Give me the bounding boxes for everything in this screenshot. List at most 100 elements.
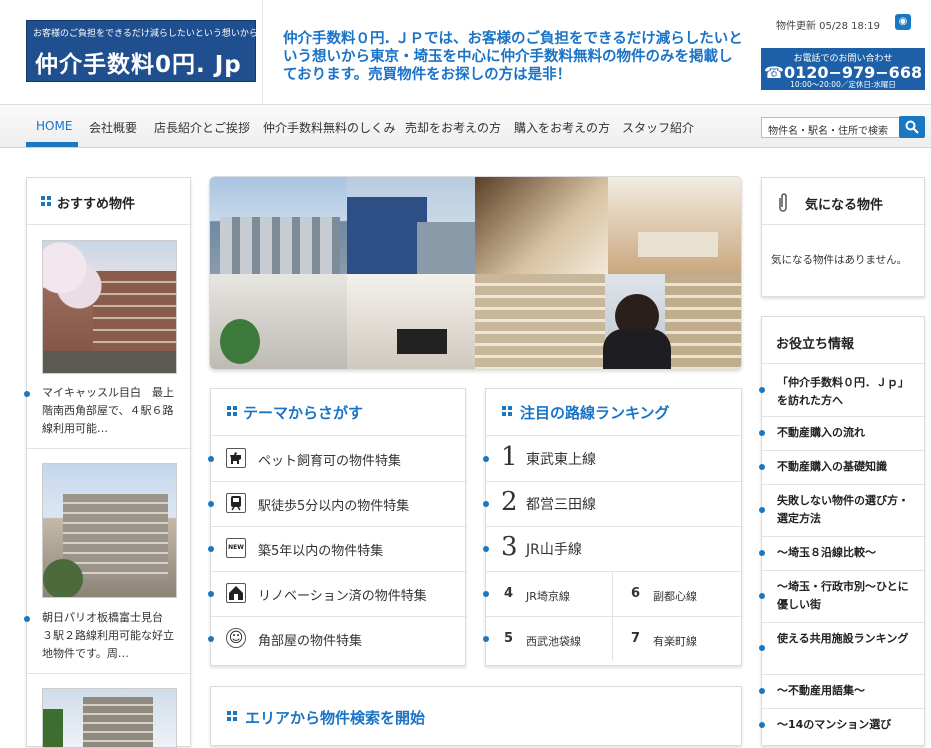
hero-photo-station bbox=[347, 177, 475, 274]
search-input[interactable]: 物件名・駅名・住所で検索 bbox=[761, 117, 901, 138]
divider bbox=[762, 708, 926, 709]
list-bullet bbox=[759, 645, 765, 651]
paperclip-icon bbox=[779, 193, 787, 212]
nav-manager[interactable]: 店長紹介とご挨拶 bbox=[154, 119, 250, 136]
list-bullet bbox=[759, 593, 765, 599]
hero-photo-city bbox=[210, 177, 347, 274]
property-text[interactable]: 朝日パリオ板橋富士見台 ３駅２路線利用可能な好立地物件です。周… bbox=[42, 609, 182, 663]
property-photo[interactable] bbox=[42, 688, 177, 748]
ranking-panel: 注目の路線ランキング 1 東武東上線 2 都営三田線 3 JR山手線 4 JR埼… bbox=[483, 388, 743, 666]
update-text: 物件更新 05/28 18:19 bbox=[776, 21, 880, 32]
dog-icon bbox=[226, 448, 246, 468]
ranking-item[interactable]: 6 副都心線 bbox=[613, 572, 743, 616]
property-photo[interactable] bbox=[42, 463, 177, 598]
search-button[interactable] bbox=[899, 116, 925, 138]
rank-label: 西武池袋線 bbox=[526, 635, 581, 648]
theme-label: リノベーション済の物件特集 bbox=[258, 589, 427, 604]
rank-label: 副都心線 bbox=[653, 590, 697, 603]
ranking-item[interactable]: 4 JR埼京線 bbox=[483, 572, 612, 616]
info-title: お役立ち情報 bbox=[776, 337, 855, 352]
logo-name: 仲介手数料0円. Jp bbox=[35, 52, 242, 78]
theme-item[interactable]: リノベーション済の物件特集 bbox=[208, 571, 466, 616]
ranking-item[interactable]: 7 有楽町線 bbox=[613, 617, 743, 661]
property-photo[interactable] bbox=[42, 240, 177, 374]
nav-staff[interactable]: スタッフ紹介 bbox=[622, 119, 694, 136]
divider bbox=[762, 674, 926, 675]
grid-icon bbox=[502, 406, 512, 416]
list-bullet bbox=[24, 616, 30, 622]
rank-label: JR埼京線 bbox=[526, 590, 570, 603]
rank-number: 3 bbox=[501, 532, 518, 562]
divider bbox=[762, 450, 926, 451]
theme-item[interactable]: ☺ 角部屋の物件特集 bbox=[208, 616, 466, 661]
list-bullet bbox=[759, 387, 765, 393]
smiley-icon: ☺ bbox=[226, 628, 246, 648]
nav-selling[interactable]: 売却をお考えの方 bbox=[405, 119, 501, 136]
info-link[interactable]: 〜不動産用語集〜 bbox=[777, 682, 917, 700]
info-link[interactable]: 「仲介手数料０円．Ｊｐ」を訪れた方へ bbox=[777, 374, 917, 410]
nav-active-indicator bbox=[26, 142, 78, 147]
ranking-item[interactable]: 5 西武池袋線 bbox=[483, 617, 612, 661]
ranking-item[interactable]: 1 東武東上線 bbox=[483, 436, 743, 481]
info-link[interactable]: 〜埼玉・行政市別〜ひとに優しい街 bbox=[777, 578, 917, 614]
divider bbox=[762, 622, 926, 623]
info-link[interactable]: 不動産購入の基礎知識 bbox=[777, 458, 917, 476]
list-bullet bbox=[759, 464, 765, 470]
site-logo[interactable]: お客様のご負担をできるだけ減らしたいという想いから 仲介手数料0円. Jp bbox=[26, 20, 258, 82]
list-bullet bbox=[759, 507, 765, 513]
rank-number: 6 bbox=[631, 586, 641, 601]
list-bullet bbox=[483, 501, 489, 507]
house-icon bbox=[226, 583, 246, 603]
list-bullet bbox=[483, 591, 489, 597]
tel-hours: 10:00〜20:00／定休日:水曜日 bbox=[790, 80, 896, 89]
nav-company[interactable]: 会社概要 bbox=[89, 119, 137, 136]
hero-photo-interior bbox=[608, 177, 741, 274]
list-bullet bbox=[208, 636, 214, 642]
divider bbox=[27, 673, 192, 674]
header-divider bbox=[262, 0, 263, 104]
divider bbox=[27, 224, 192, 225]
rss-icon[interactable]: ◉ bbox=[895, 14, 911, 30]
info-link[interactable]: 〜埼玉８沿線比較〜 bbox=[777, 544, 917, 562]
property-text[interactable]: マイキャッスル目白 最上階南西角部屋で、４駅６路線利用可能… bbox=[42, 384, 182, 438]
favorites-title: 気になる物件 bbox=[805, 198, 884, 213]
list-bullet bbox=[483, 456, 489, 462]
hero-banner[interactable] bbox=[209, 176, 742, 370]
ranking-item[interactable]: 3 JR山手線 bbox=[483, 526, 743, 571]
theme-title: テーマからさがす bbox=[243, 404, 364, 422]
divider bbox=[762, 363, 926, 364]
ranking-item[interactable]: 2 都営三田線 bbox=[483, 481, 743, 526]
rank-number: 7 bbox=[631, 631, 641, 646]
theme-item[interactable]: NEW 築5年以内の物件特集 bbox=[208, 526, 466, 571]
list-bullet bbox=[759, 550, 765, 556]
list-bullet bbox=[483, 636, 489, 642]
divider bbox=[762, 536, 926, 537]
nav-buying[interactable]: 購入をお考えの方 bbox=[514, 119, 610, 136]
list-bullet bbox=[759, 688, 765, 694]
search-icon bbox=[905, 120, 919, 134]
info-link[interactable]: 〜14のマンション選び bbox=[777, 716, 917, 734]
rank-number: 4 bbox=[504, 586, 514, 601]
catchphrase: 仲介手数料０円. ＪＰでは、お客様のご負担をできるだけ減らしたいという想いから東… bbox=[283, 31, 743, 83]
divider bbox=[762, 484, 926, 485]
list-bullet bbox=[208, 456, 214, 462]
list-bullet bbox=[759, 430, 765, 436]
recommended-panel: おすすめ物件 マイキャッスル目白 最上階南西角部屋で、４駅６路線利用可能… 朝日… bbox=[24, 177, 192, 748]
rank-number: 5 bbox=[504, 631, 514, 646]
info-link[interactable]: 不動産購入の流れ bbox=[777, 424, 917, 442]
list-bullet bbox=[208, 501, 214, 507]
info-link[interactable]: 失敗しない物件の選び方・選定方法 bbox=[777, 492, 917, 528]
theme-label: 駅徒歩5分以内の物件特集 bbox=[258, 499, 410, 514]
nav-free-fee[interactable]: 仲介手数料無料のしくみ bbox=[263, 119, 395, 136]
rank-label: JR山手線 bbox=[526, 542, 582, 558]
theme-item[interactable]: ペット飼育可の物件特集 bbox=[208, 436, 466, 481]
hero-photo-living bbox=[475, 177, 608, 274]
info-link[interactable]: 使える共用施設ランキング bbox=[777, 630, 917, 648]
nav-home[interactable]: HOME bbox=[36, 119, 72, 133]
favorites-panel: 気になる物件 気になる物件はありません。 bbox=[761, 177, 926, 297]
hero-photo-dining bbox=[347, 274, 475, 369]
tel-banner[interactable]: お電話でのお問い合わせ ☎0120−979−668 10:00〜20:00／定休… bbox=[761, 48, 925, 90]
theme-item[interactable]: 駅徒歩5分以内の物件特集 bbox=[208, 481, 466, 526]
favorites-empty-text: 気になる物件はありません。 bbox=[771, 254, 908, 266]
list-bullet bbox=[759, 722, 765, 728]
